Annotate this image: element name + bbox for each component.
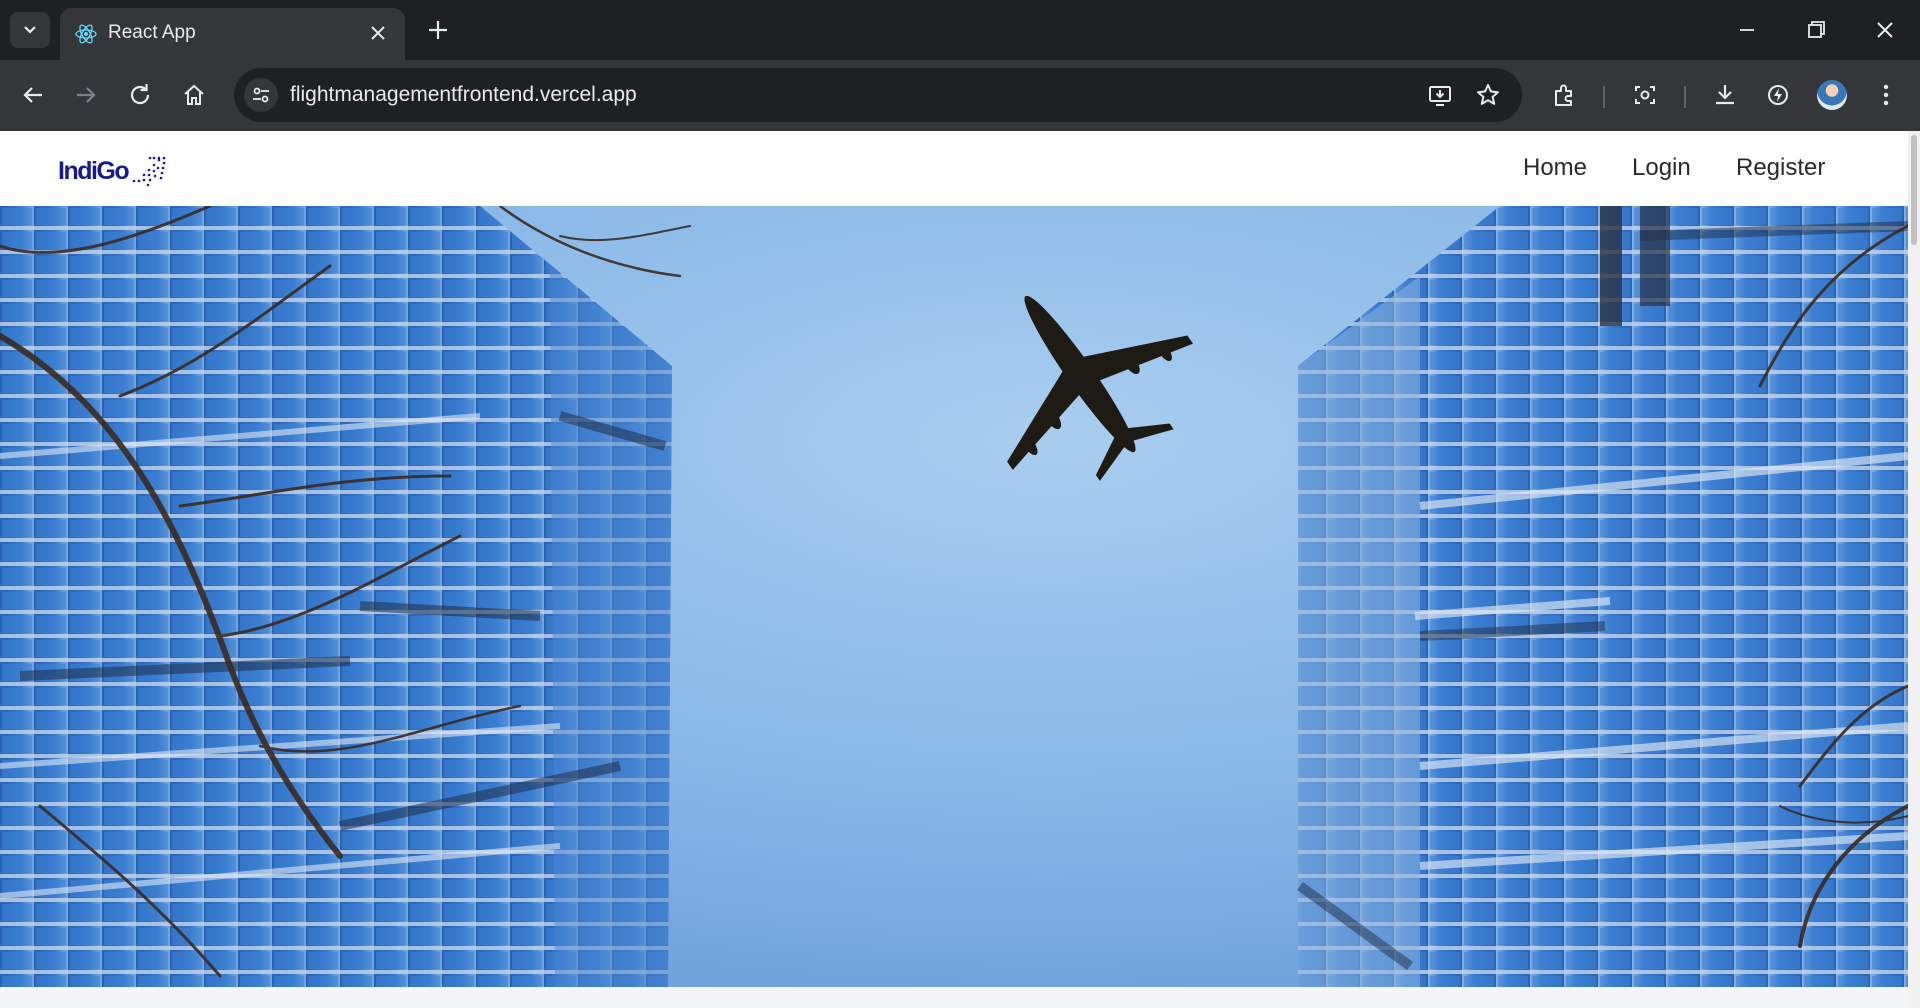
- performance-icon[interactable]: [1762, 79, 1794, 111]
- restore-icon[interactable]: [1800, 14, 1832, 46]
- kebab-menu-icon[interactable]: [1870, 79, 1902, 111]
- logo-text: IndiGo: [58, 157, 130, 185]
- chevron-down-icon: [24, 26, 36, 34]
- toolbar-separator: [1603, 86, 1605, 108]
- indigo-logo[interactable]: IndiGo: [58, 151, 168, 191]
- logo-plane-dots-icon: [132, 156, 166, 187]
- scrollbar-thumb[interactable]: [1911, 135, 1917, 245]
- back-arrow-icon[interactable]: [17, 79, 49, 111]
- tune-icon: [253, 87, 269, 103]
- react-icon: [75, 24, 97, 44]
- hero-image: [0, 206, 1908, 987]
- airplane-between-skyscrapers-illustration: [0, 206, 1908, 987]
- close-window-icon[interactable]: [1869, 14, 1901, 46]
- toolbar-separator: [1684, 86, 1686, 108]
- close-icon[interactable]: [367, 22, 389, 44]
- address-bar[interactable]: flightmanagementfrontend.vercel.app: [234, 68, 1522, 122]
- extensions-icon[interactable]: [1548, 79, 1580, 111]
- reload-icon[interactable]: [124, 79, 156, 111]
- nav-login-link[interactable]: Login: [1632, 154, 1691, 182]
- page-viewport: IndiGo Home Login Register: [0, 131, 1920, 1008]
- site-navbar: IndiGo Home Login Register: [0, 131, 1908, 206]
- install-app-icon[interactable]: [1424, 79, 1456, 111]
- browser-tab-strip: React App: [0, 0, 1920, 60]
- active-tab[interactable]: React App: [60, 8, 405, 60]
- home-icon[interactable]: [178, 79, 210, 111]
- nav-home-link[interactable]: Home: [1523, 154, 1587, 182]
- url-text[interactable]: flightmanagementfrontend.vercel.app: [290, 83, 637, 107]
- page-scrollbar[interactable]: [1908, 131, 1920, 1008]
- plus-icon[interactable]: [424, 16, 452, 44]
- browser-toolbar: flightmanagementfrontend.vercel.app: [0, 60, 1920, 131]
- tab-title: React App: [108, 22, 196, 43]
- lens-icon[interactable]: [1629, 79, 1661, 111]
- avatar[interactable]: [1817, 80, 1847, 110]
- nav-register-link[interactable]: Register: [1736, 154, 1825, 182]
- star-icon[interactable]: [1472, 79, 1504, 111]
- forward-arrow-icon[interactable]: [70, 79, 102, 111]
- tab-search-button[interactable]: [10, 12, 50, 48]
- minimize-icon[interactable]: [1731, 14, 1763, 46]
- download-icon[interactable]: [1709, 79, 1741, 111]
- site-info-button[interactable]: [244, 78, 278, 112]
